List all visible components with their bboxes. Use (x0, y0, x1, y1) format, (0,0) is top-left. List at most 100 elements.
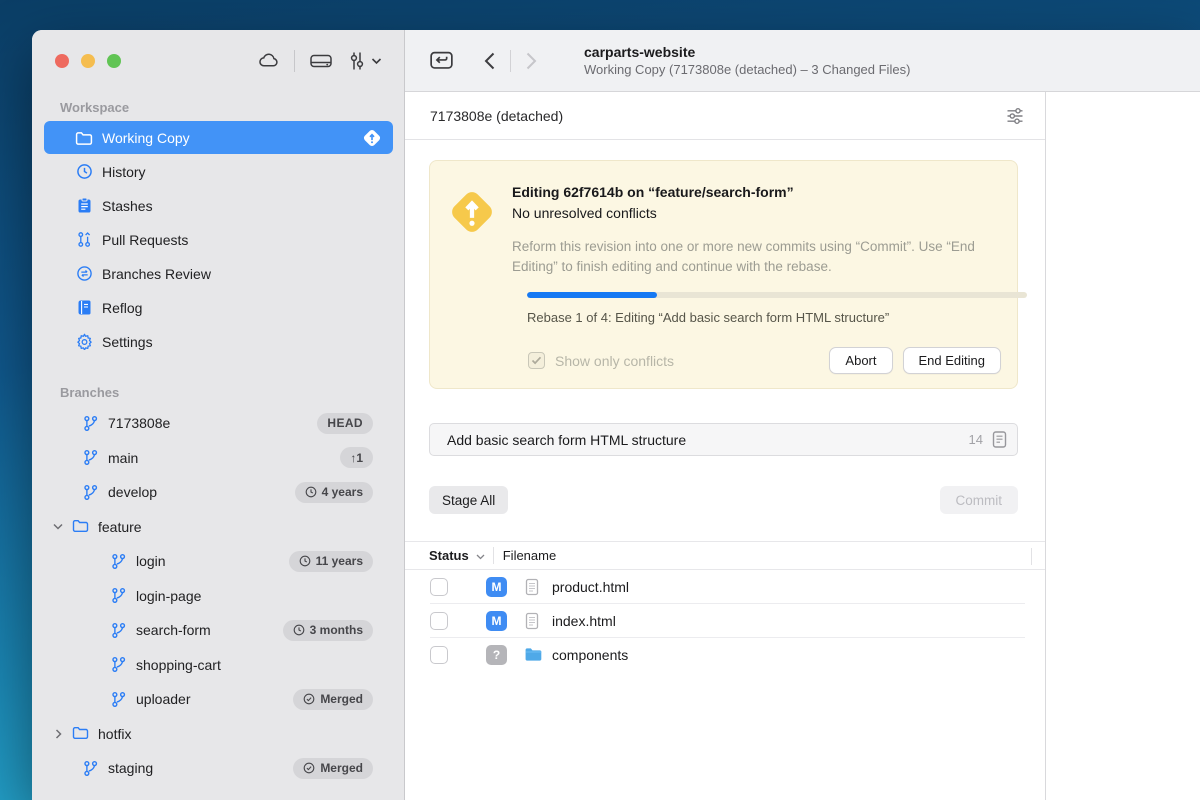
status-badge-modified: M (486, 577, 507, 597)
table-header: Status Filename (405, 541, 1045, 570)
minimize-window-button[interactable] (81, 54, 95, 68)
column-separator[interactable] (493, 547, 494, 564)
branch-row-main[interactable]: main ↑1 (44, 441, 393, 476)
age-badge: 11 years (289, 551, 373, 572)
commit-message-text: Add basic search form HTML structure (447, 432, 686, 448)
head-badge: HEAD (317, 413, 373, 434)
chevron-down-icon (371, 57, 382, 65)
commit-ref-label: 7173808e (detached) (430, 108, 563, 124)
working-copy-pane: 7173808e (detached) Ed (405, 92, 1046, 800)
file-icon (524, 578, 542, 596)
branch-name: develop (108, 484, 157, 500)
branch-name: search-form (136, 622, 211, 638)
sliders-icon (347, 50, 367, 72)
branch-row-develop[interactable]: develop 4 years (44, 475, 393, 510)
sidebar-item-label: Stashes (102, 198, 153, 214)
status-column-header[interactable]: Status (429, 548, 469, 563)
branch-row-uploader[interactable]: uploader Merged (44, 682, 393, 717)
sidebar-toolbar (32, 30, 404, 92)
sidebar-item-stashes[interactable]: Stashes (44, 189, 393, 222)
rebase-step-label: Rebase 1 of 4: Editing “Add basic search… (527, 310, 1001, 325)
sort-chevron-icon[interactable] (476, 554, 485, 560)
expand-message-icon[interactable] (991, 430, 1008, 449)
clipboard-icon (75, 197, 93, 215)
git-branch-icon (110, 691, 127, 708)
chevron-down-icon[interactable] (52, 521, 64, 533)
close-window-button[interactable] (55, 54, 69, 68)
git-branch-icon (82, 449, 99, 466)
branch-folder-name: hotfix (98, 726, 131, 742)
file-name: index.html (552, 613, 616, 629)
clock-icon (299, 555, 311, 567)
stage-checkbox[interactable] (430, 578, 448, 596)
toolbar-separator (294, 50, 295, 72)
rebase-progress-bar (527, 292, 1027, 298)
cloud-icon[interactable] (257, 49, 281, 73)
repo-switch-icon[interactable] (428, 47, 455, 74)
window-controls (55, 54, 121, 68)
banner-description: Reform this revision into one or more ne… (512, 237, 1009, 276)
show-only-conflicts-checkbox[interactable] (528, 352, 545, 369)
workspace-section-label: Workspace (60, 100, 404, 115)
branch-folder-name: feature (98, 519, 142, 535)
check-circle-icon (303, 762, 315, 774)
sidebar-item-history[interactable]: History (44, 155, 393, 188)
file-icon (524, 612, 542, 630)
forward-button[interactable] (525, 51, 538, 71)
git-branch-icon (82, 484, 99, 501)
sidebar-item-reflog[interactable]: Reflog (44, 291, 393, 324)
toolbar-separator (510, 50, 511, 72)
branch-row-staging[interactable]: staging Merged (44, 751, 393, 786)
gear-icon (75, 333, 93, 351)
git-branch-icon (110, 656, 127, 673)
git-branch-icon (110, 622, 127, 639)
branch-name: main (108, 450, 138, 466)
stage-checkbox[interactable] (430, 612, 448, 630)
git-branch-icon (82, 760, 99, 777)
zoom-window-button[interactable] (107, 54, 121, 68)
file-row-components[interactable]: ? components (405, 638, 1045, 672)
sidebar-item-settings[interactable]: Settings (44, 325, 393, 358)
check-circle-icon (303, 693, 315, 705)
back-button[interactable] (483, 51, 496, 71)
sidebar-item-working-copy[interactable]: Working Copy (44, 121, 393, 154)
chevron-right-icon[interactable] (52, 728, 64, 740)
merged-badge: Merged (293, 758, 373, 779)
commit-ref-header: 7173808e (detached) (405, 92, 1045, 140)
sync-circle-icon (75, 265, 93, 283)
warning-diamond-icon (445, 185, 499, 239)
branch-name: login-page (136, 588, 201, 604)
branch-name: uploader (136, 691, 191, 707)
abort-button[interactable]: Abort (829, 347, 892, 374)
branch-row-login[interactable]: login 11 years (44, 544, 393, 579)
drive-icon[interactable] (308, 49, 334, 73)
commit-message-input[interactable]: Add basic search form HTML structure 14 (429, 423, 1018, 456)
branch-folder-feature[interactable]: feature (44, 510, 393, 545)
rebase-banner: Editing 62f7614b on “feature/search-form… (429, 160, 1018, 389)
stage-all-button[interactable]: Stage All (429, 486, 508, 514)
branch-row-7173808e[interactable]: 7173808e HEAD (44, 406, 393, 441)
sidebar-item-pull-requests[interactable]: Pull Requests (44, 223, 393, 256)
branch-name: 7173808e (108, 415, 170, 431)
end-editing-button[interactable]: End Editing (903, 347, 1002, 374)
filename-column-header[interactable]: Filename (503, 548, 556, 563)
filter-options-icon[interactable] (1005, 106, 1025, 126)
sidebar-item-branches-review[interactable]: Branches Review (44, 257, 393, 290)
file-name: components (552, 647, 628, 663)
sliders-menu-button[interactable] (347, 50, 382, 72)
stage-checkbox[interactable] (430, 646, 448, 664)
branch-folder-hotfix[interactable]: hotfix (44, 717, 393, 752)
file-row-product[interactable]: M product.html (405, 570, 1045, 604)
branch-row-shopping-cart[interactable]: shopping-cart (44, 648, 393, 683)
column-separator[interactable] (1031, 548, 1032, 565)
rebase-diamond-badge (361, 127, 383, 149)
branch-row-search-form[interactable]: search-form 3 months (44, 613, 393, 648)
branch-row-login-page[interactable]: login-page (44, 579, 393, 614)
commit-button[interactable]: Commit (940, 486, 1019, 514)
pull-request-icon (75, 231, 93, 249)
sidebar-item-label: Working Copy (102, 130, 190, 146)
status-badge-untracked: ? (486, 645, 507, 665)
folder-icon (75, 129, 93, 147)
file-row-index[interactable]: M index.html (405, 604, 1045, 638)
branch-name: shopping-cart (136, 657, 221, 673)
